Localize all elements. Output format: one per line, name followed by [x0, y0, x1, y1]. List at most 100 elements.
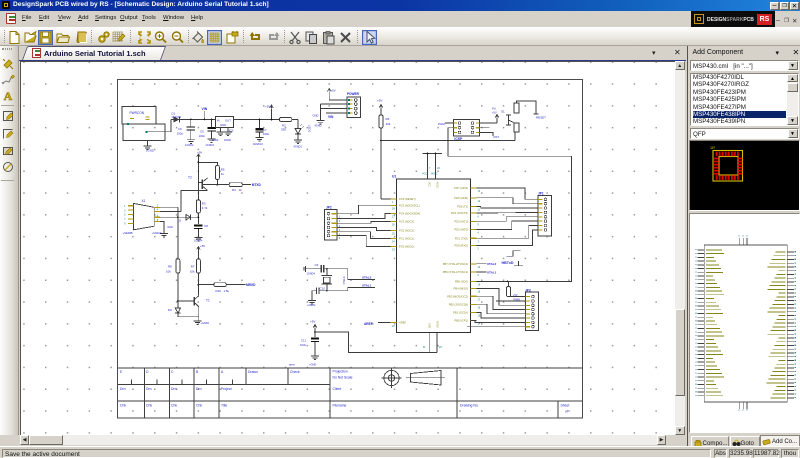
svg-text:R3: R3 [201, 201, 205, 205]
svg-text:PB5 (SCK): PB5 (SCK) [454, 279, 467, 283]
svg-text:+GND: +GND [309, 362, 316, 366]
svg-text:R2: R2 [282, 123, 286, 127]
svg-text:1GND4: 1GND4 [306, 272, 315, 275]
svg-text:+GND10: +GND10 [151, 232, 161, 235]
svg-text:R6: R6 [385, 117, 389, 121]
svg-text:PB2 (SS/OC1B): PB2 (SS/OC1B) [448, 302, 467, 306]
svg-text:MRXD: MRXD [246, 282, 256, 286]
svg-text:IN: IN [216, 118, 219, 122]
svg-text:Sheet: Sheet [560, 403, 569, 407]
svg-text:4GND1: 4GND1 [293, 145, 302, 148]
svg-text:PD5 (T1): PD5 (T1) [457, 204, 468, 208]
svg-text:U?: U? [711, 146, 716, 150]
svg-text:Do Not Scale: Do Not Scale [332, 375, 352, 379]
svg-text:PD1 (TXD): PD1 (TXD) [454, 236, 467, 240]
svg-text:C6: C6 [178, 127, 182, 131]
svg-text:LED1: LED1 [307, 125, 311, 133]
svg-text:Title: Title [221, 403, 227, 407]
svg-text:4REF: 4REF [212, 139, 219, 142]
svg-text:XTAL1: XTAL1 [362, 283, 372, 287]
svg-text:GND: GND [220, 123, 226, 127]
svg-text:+5V: +5V [265, 104, 270, 108]
svg-text:VIN: VIN [201, 107, 207, 111]
svg-text:R10: R10 [215, 289, 221, 293]
svg-text:10k: 10k [166, 269, 171, 273]
svg-text:VIN: VIN [328, 114, 334, 118]
svg-text:+5V: +5V [200, 244, 205, 248]
svg-text:R4: R4 [232, 188, 236, 192]
svg-text:100u: 100u [262, 132, 269, 136]
svg-text:+GND4: +GND4 [200, 322, 209, 325]
svg-text:Pxl: Pxl [492, 106, 496, 110]
svg-text:+5V: +5V [310, 319, 315, 323]
svg-text:C7: C7 [262, 127, 266, 131]
svg-text:S1: S1 [501, 109, 505, 113]
svg-text:OUT: OUT [225, 118, 231, 122]
svg-text:100n: 100n [300, 343, 307, 347]
svg-text:+5V: +5V [377, 98, 382, 102]
svg-text:PC3 (ADC3): PC3 (ADC3) [399, 219, 414, 223]
svg-text:XTAL1: XTAL1 [341, 276, 345, 285]
svg-text:Project: Project [221, 387, 232, 391]
svg-text:PD0 (RXD): PD0 (RXD) [454, 243, 468, 247]
svg-text:PB6 (XTAL1/TOSC1): PB6 (XTAL1/TOSC1) [442, 270, 467, 274]
svg-text:R5: R5 [220, 167, 224, 171]
svg-text:Drn: Drn [146, 387, 152, 391]
svg-text:MTXD: MTXD [251, 182, 261, 186]
svg-text:+5V: +5V [492, 110, 497, 114]
svg-text:+5V: +5V [330, 88, 335, 92]
svg-text:C9: C9 [314, 262, 318, 266]
svg-text:+5V: +5V [197, 150, 202, 154]
svg-text:1N4004: 1N4004 [171, 114, 181, 118]
svg-text:+SERIB: +SERIB [122, 231, 132, 235]
svg-text:4GND10: 4GND10 [253, 142, 263, 145]
svg-text:C10: C10 [319, 286, 325, 290]
svg-text:1GND: 1GND [146, 148, 154, 152]
svg-text:PD3 (INT1): PD3 (INT1) [454, 219, 468, 223]
svg-text:1GND4: 1GND4 [194, 239, 203, 242]
svg-text:Drawn: Drawn [248, 370, 258, 374]
svg-text:Chk: Chk [120, 403, 126, 407]
svg-text:RESET: RESET [536, 115, 546, 119]
svg-text:100n: 100n [198, 133, 205, 137]
svg-text:PB4 (MISO): PB4 (MISO) [453, 286, 468, 290]
svg-text:of: of [565, 409, 568, 413]
svg-text:C8: C8 [204, 224, 208, 228]
svg-text:PC6 (RESET): PC6 (RESET) [399, 197, 416, 201]
svg-text:ICSP: ICSP [454, 137, 463, 141]
svg-text:Check: Check [290, 370, 300, 374]
svg-text:XTAL2: XTAL2 [487, 262, 497, 266]
svg-text:POWER: POWER [346, 92, 359, 96]
svg-text:GND: GND [427, 323, 429, 328]
svg-text:+5V: +5V [512, 293, 517, 297]
svg-text:PC0 (ADC0): PC0 (ADC0) [399, 244, 414, 248]
svg-text:Drn: Drn [171, 387, 177, 391]
svg-text:10k: 10k [189, 269, 194, 273]
svg-text:+GND4: +GND4 [307, 303, 316, 306]
svg-text:100u: 100u [176, 131, 183, 135]
svg-text:330: 330 [281, 127, 286, 131]
svg-text:C5: C5 [200, 129, 204, 133]
svg-text:Chk: Chk [146, 403, 152, 407]
svg-text:Client: Client [332, 387, 341, 391]
svg-text:R8: R8 [168, 264, 172, 268]
svg-text:GND: GND [167, 226, 173, 229]
svg-text:4.7k: 4.7k [201, 205, 207, 209]
svg-text:HBTxD: HBTxD [501, 261, 513, 265]
svg-text:T2: T2 [188, 175, 192, 179]
svg-text:Chk: Chk [196, 403, 202, 407]
svg-text:RST: RST [493, 135, 499, 139]
svg-text:PD6 (AIN0): PD6 (AIN0) [454, 195, 468, 199]
svg-text:1.5k: 1.5k [223, 289, 229, 293]
svg-text:AREF: AREF [364, 322, 373, 326]
svg-text:4GND: 4GND [224, 139, 231, 142]
svg-text:A: A [4, 89, 13, 103]
svg-text:C11: C11 [301, 338, 306, 342]
svg-text:10k: 10k [385, 121, 390, 125]
svg-text:1GND4: 1GND4 [185, 143, 194, 146]
svg-text:AREF: AREF [399, 320, 407, 324]
svg-text:VCC: VCC [422, 172, 427, 175]
svg-text:D1: D1 [171, 111, 175, 115]
svg-text:Projection: Projection [332, 369, 347, 373]
svg-text:PB7 (XTAL2/TOSC2): PB7 (XTAL2/TOSC2) [442, 261, 467, 265]
